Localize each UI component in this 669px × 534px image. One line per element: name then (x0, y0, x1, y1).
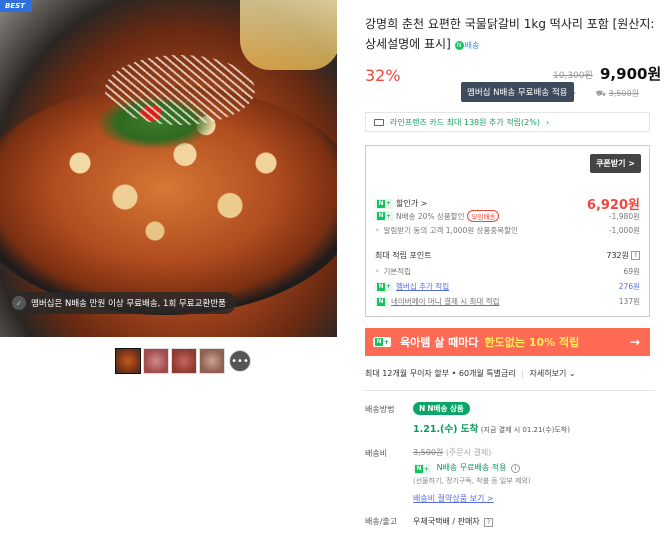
product-title: 강명희 춘천 요편한 국물닭갈비 1kg 떡사리 포함 [원산지:상세설명에 표… (365, 14, 655, 56)
shipping-fee-line: ⛟ 3,500원 (596, 88, 639, 99)
thumbnail-4[interactable] (199, 348, 225, 374)
max-points-label: 최대 적립 포인트 (375, 251, 432, 260)
installment-info: 최대 12개월 무이자 할부 • 60개월 특별금리 | 자세히보기 ⌄ (365, 368, 576, 379)
npay-points-link[interactable]: 네이버페이 머니 결제 시 최대 적립 (391, 296, 500, 307)
chevron-right-icon: › (545, 117, 550, 127)
beer-glass-decoration (240, 0, 337, 70)
arrival-date: 1.21.(수) 도착 (413, 424, 479, 435)
nship-discount-label: N배송 20% 상품할인 (396, 211, 465, 221)
help-icon[interactable]: ? (484, 518, 494, 527)
alarm-discount-label: 알림받기 동의 고객 1,000원 상품중복할인 (383, 226, 518, 235)
n-delivery-product-text: N배송 상품 (427, 404, 464, 413)
npay-chip: N (375, 296, 388, 307)
n-delivery-badge: N 배송 (454, 36, 480, 56)
more-thumbnails-button[interactable]: ••• (229, 350, 251, 372)
member-points-row[interactable]: N + 멤버십 추가 적립 276원 (375, 281, 640, 292)
thumbnail-3[interactable] (171, 348, 197, 374)
n-icon: N (377, 199, 385, 208)
shipping-fee-original: 3,500원 (608, 89, 639, 98)
membership-icon: ✓ (12, 296, 26, 310)
thumbnail-strip: ••• (115, 348, 253, 374)
original-price: 10,300원 (553, 71, 593, 81)
noodle-topping (105, 55, 255, 125)
info-icon[interactable]: i (511, 464, 521, 473)
delivery-badge-wrap: N N배송 상품 (413, 402, 470, 415)
base-points-label: 기본적립 (383, 267, 412, 276)
free-shipping-tooltip: 멤버십 N배송 무료배송 적용 (461, 82, 574, 102)
nship-discount-row: N + N배송 20% 상품할인 모임배송 -1,980원 (375, 210, 640, 222)
shipping-fee-values: 3,500원 (주문시 결제) (413, 447, 491, 458)
discount-price-label: 할인가 > (396, 199, 428, 208)
arrival-info: 1.21.(수) 도착 (지금 결제 시 01.21(수)도착) (413, 421, 570, 435)
n-membership-chip: N + (375, 198, 394, 209)
n-icon: N (377, 212, 385, 220)
best-badge: BEST (0, 0, 32, 12)
n-icon: N (377, 297, 385, 306)
npay-points-value: 137원 (618, 297, 640, 306)
saving-products-text[interactable]: 배송비 절약상품 보기 > (413, 494, 494, 503)
arrival-note: (지금 결제 시 01.21(수)도착) (480, 426, 570, 434)
sale-price: 9,900원 (600, 65, 662, 83)
base-points-value: 69원 (623, 267, 640, 276)
ad-banner-prefix: 육아템 살 때마다 (400, 336, 479, 349)
promo-ad-banner[interactable]: N + 육아템 살 때마다 한도없는 10% 적립 → (365, 328, 650, 356)
separator: | (521, 369, 524, 378)
max-points-value: 732원 (606, 251, 629, 260)
bullet-icon: • (375, 226, 380, 235)
shipping-fee-label: 배송비 (365, 449, 388, 458)
member-points-value: 276원 (618, 282, 640, 291)
n-icon: N (377, 282, 385, 291)
alarm-discount-value: -1,000원 (608, 226, 640, 235)
n-membership-chip: N + (373, 337, 392, 347)
coupon-button[interactable]: 쿠폰받기 > (590, 154, 641, 173)
seller-value-wrap: 우체국택배 / 판매자 ? (413, 516, 494, 527)
delivery-method-label: 배송방법 (365, 405, 395, 414)
member-points-link[interactable]: 멤버십 추가 적립 (396, 281, 449, 292)
discount-rate: 32% (365, 66, 401, 85)
seller-value: 우체국택배 / 판매자 (413, 517, 480, 526)
product-main-image[interactable]: BEST ✓ 멤버십은 N배송 만원 이상 무료배송, 1회 무료교환반품 (0, 0, 337, 337)
n-delivery-product-badge: N N배송 상품 (413, 402, 470, 415)
group-delivery-tag: 모임배송 (467, 210, 500, 222)
n-membership-chip: N + (375, 281, 394, 292)
benefit-box: 쿠폰받기 > N + 할인가 > 6,920원 N + N배송 20% 상품할인 모… (365, 145, 650, 317)
free-shipping-applied: N + N배송 무료배송 적용 i (413, 462, 521, 474)
shipping-fee-note: (주문시 결제) (445, 448, 492, 457)
installment-detail-link[interactable]: 자세히보기 (530, 369, 567, 378)
credit-card-icon (374, 118, 384, 126)
n-icon: N (415, 465, 423, 473)
saving-products-link[interactable]: 배송비 절약상품 보기 > (413, 493, 494, 504)
divider (365, 390, 655, 391)
alarm-discount-row: • 알림받기 동의 고객 1,000원 상품중복할인 -1,000원 (375, 225, 640, 236)
truck-icon: ⛟ (596, 89, 607, 98)
chevron-down-icon: ⌄ (568, 369, 576, 378)
max-points-row: 최대 적립 포인트 732원 ? (375, 250, 640, 261)
thumbnail-2[interactable] (143, 348, 169, 374)
free-shipping-text: N배송 무료배송 적용 (436, 463, 507, 472)
npay-points-row[interactable]: N 네이버페이 머니 결제 시 최대 적립 137원 (375, 296, 640, 307)
card-offer-text: 라인프렌즈 카드 최대 138원 추가 적립(2%) (390, 117, 540, 127)
nship-discount-value: -1,980원 (608, 211, 640, 221)
card-offer-box[interactable]: 라인프렌즈 카드 최대 138원 추가 적립(2%) › (365, 112, 650, 132)
bullet-icon: • (375, 267, 380, 276)
ad-banner-highlight: 한도없는 10% 적립 (484, 336, 580, 349)
base-points-row: • 기본적립 69원 (375, 266, 640, 277)
n-icon: N (375, 338, 383, 346)
n-delivery-label: 배송 (464, 40, 480, 50)
n-icon: N (454, 41, 464, 50)
help-icon[interactable]: ? (631, 251, 640, 260)
membership-promo-banner[interactable]: ✓ 멤버십은 N배송 만원 이상 무료배송, 1회 무료교환반품 (8, 292, 236, 314)
arrow-right-icon: → (629, 335, 640, 349)
seller-label: 배송/출고 (365, 517, 398, 526)
installment-text: 최대 12개월 무이자 할부 • 60개월 특별금리 (365, 369, 516, 378)
n-membership-chip: N + (413, 464, 432, 474)
free-shipping-condition: (선물하기, 정기구독, 착불 등 일부 제외) (413, 477, 531, 485)
shipping-fee-original-2: 3,500원 (413, 448, 444, 457)
product-title-text: 강명희 춘천 요편한 국물닭갈비 1kg 떡사리 포함 [원산지:상세설명에 표… (365, 17, 655, 51)
thumbnail-1[interactable] (115, 348, 141, 374)
n-membership-chip: N + (375, 211, 394, 221)
membership-promo-text: 멤버십은 N배송 만원 이상 무료배송, 1회 무료교환반품 (31, 299, 226, 309)
